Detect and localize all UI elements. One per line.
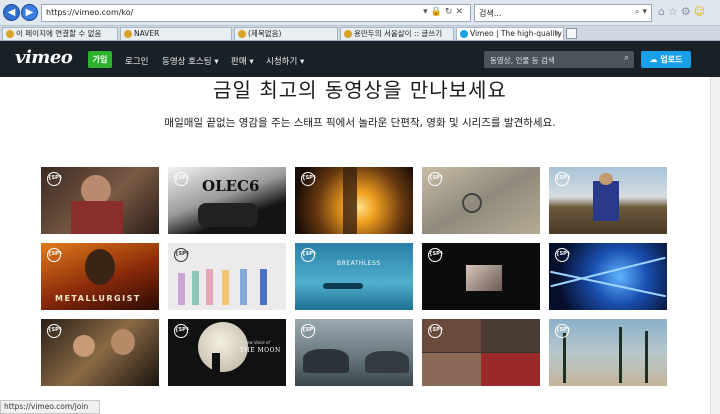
tab-label: 이 페이지에 연결할 수 없음 [16,29,102,38]
video-thumbnail[interactable]: BREATHLESS {SP} [295,243,413,310]
refresh-icon[interactable]: ↻ [445,7,456,17]
page-icon [344,30,352,38]
video-thumbnail[interactable]: OLEC6 {SP} [168,167,286,234]
dropdown-icon[interactable]: ▾ [423,7,431,17]
staff-pick-badge: {SP} [174,172,189,186]
site-header: vimeo 가입 로그인 동영상 호스팅 ▾ 판매 ▾ 시청하기 ▾ 동영상, … [0,41,720,77]
tab-label: Vimeo | The high-quality h... [470,29,563,38]
home-icon[interactable]: ⌂ [658,5,668,18]
staff-pick-badge: {SP} [301,248,316,262]
tab-4[interactable]: 용만두의 서울살이 :: 글쓰기 [340,27,454,40]
video-thumbnail[interactable]: METALLURGIST {SP} [41,243,159,310]
staff-pick-badge: {SP} [47,248,62,262]
staff-pick-badge: {SP} [555,248,570,262]
page-icon [124,30,132,38]
vimeo-logo[interactable]: vimeo [15,47,73,68]
video-thumbnail[interactable]: {SP} [549,319,667,386]
nav-video-hosting[interactable]: 동영상 호스팅 ▾ [162,55,219,67]
tab-3[interactable]: (제목없음) [234,27,338,40]
staff-pick-badge: {SP} [174,324,189,338]
tab-label: NAVER [134,29,160,38]
page-icon [238,30,246,38]
video-thumbnail[interactable]: {SP} [422,243,540,310]
page-icon [6,30,14,38]
browser-search-box[interactable]: 검색... ⌕ ▾ [474,4,652,22]
staff-pick-badge: {SP} [47,172,62,186]
video-thumbnail[interactable]: {SP} [422,167,540,234]
chevron-down-icon: ▾ [214,57,219,67]
tab-label: 용만두의 서울살이 :: 글쓰기 [354,29,443,38]
status-bar: https://vimeo.com/join [0,400,100,414]
thumbnail-title: THE MOON [240,347,281,354]
address-bar[interactable]: https://vimeo.com/ko/ ▾🔒↻✕ [41,4,471,22]
chevron-down-icon: ▾ [249,57,254,67]
nav-label: 판매 [231,57,247,67]
star-icon[interactable]: ☆ [668,5,681,18]
nav-label: 동영상 호스팅 [162,57,212,67]
browser-toolbar: ◀ ▶ https://vimeo.com/ko/ ▾🔒↻✕ 검색... ⌕ ▾… [0,0,720,26]
video-thumbnail[interactable]: {SP} [41,167,159,234]
thumbnail-title: BREATHLESS [337,260,381,267]
tab-bar: 이 페이지에 연결할 수 없음 NAVER (제목없음) 용만두의 서울살이 :… [0,26,720,41]
video-thumbnail[interactable]: {SP} [295,167,413,234]
back-button[interactable]: ◀ [3,4,20,21]
site-search[interactable]: 동영상, 인물 등 검색 ⌕ [484,51,634,68]
site-search-input[interactable]: 동영상, 인물 등 검색 [490,55,555,66]
thumbnail-title: OLEC6 [202,177,260,195]
vimeo-tab-icon [460,30,468,38]
join-button[interactable]: 가입 [88,51,112,68]
nav-watch[interactable]: 시청하기 ▾ [266,55,304,67]
thumbnail-title: METALLURGIST [55,294,141,303]
staff-pick-badge: {SP} [47,324,62,338]
forward-button[interactable]: ▶ [21,4,38,21]
nav-sell[interactable]: 판매 ▾ [231,55,254,67]
nav-login[interactable]: 로그인 [125,55,148,67]
page-scrollbar[interactable] [710,77,720,414]
video-thumbnail[interactable]: {SP} [168,243,286,310]
gear-icon[interactable]: ⚙ [681,5,694,18]
video-thumbnail[interactable]: {SP} [549,243,667,310]
video-thumbnail[interactable]: A New Voice of THE MOON {SP} [168,319,286,386]
staff-pick-badge: {SP} [174,248,189,262]
close-icon[interactable]: ✕ [455,7,466,17]
thumbnail-caption: A New Voice of [240,340,270,345]
search-icon[interactable]: ⌕ [624,53,629,63]
video-thumbnail[interactable]: {SP} [422,319,540,386]
video-thumbnail[interactable]: {SP} [295,319,413,386]
smiley-icon[interactable]: ☺ [694,5,708,18]
staff-pick-badge: {SP} [428,248,443,262]
tab-5[interactable]: Vimeo | The high-quality h...✕ [456,27,564,40]
staff-pick-badge: {SP} [555,324,570,338]
tab-2[interactable]: NAVER [120,27,232,40]
lock-icon[interactable]: 🔒 [431,7,445,17]
video-grid: {SP} OLEC6 {SP} {SP} {SP} {SP} METALLURG… [41,167,667,386]
cloud-upload-icon: ☁ [649,55,658,64]
nav-label: 시청하기 [266,57,298,67]
video-thumbnail[interactable]: {SP} [41,319,159,386]
page-title: 금일 최고의 동영상을 만나보세요 [213,78,507,102]
staff-pick-badge: {SP} [301,324,316,338]
chevron-down-icon: ▾ [299,57,305,67]
tab-1[interactable]: 이 페이지에 연결할 수 없음 [2,27,118,40]
new-tab-button[interactable] [566,28,577,39]
upload-button[interactable]: ☁ 업로드 [641,51,691,68]
page-subtitle: 매일매일 끝없는 영감을 주는 스태프 픽에서 놀라운 단편작, 영화 및 시리… [164,117,556,129]
search-icon[interactable]: ⌕ ▾ [635,7,647,17]
upload-label: 업로드 [660,55,683,64]
tab-label: (제목없음) [248,29,282,38]
address-url: https://vimeo.com/ko/ [46,8,134,17]
tab-close-icon[interactable]: ✕ [554,28,560,40]
staff-pick-badge: {SP} [301,172,316,186]
staff-pick-badge: {SP} [428,324,443,338]
staff-pick-badge: {SP} [428,172,443,186]
video-thumbnail[interactable]: {SP} [549,167,667,234]
staff-pick-badge: {SP} [555,172,570,186]
browser-tool-icons: ⌂☆⚙☺ [658,5,708,18]
address-icons: ▾🔒↻✕ [423,7,466,17]
browser-search-input[interactable]: 검색... [479,8,501,19]
